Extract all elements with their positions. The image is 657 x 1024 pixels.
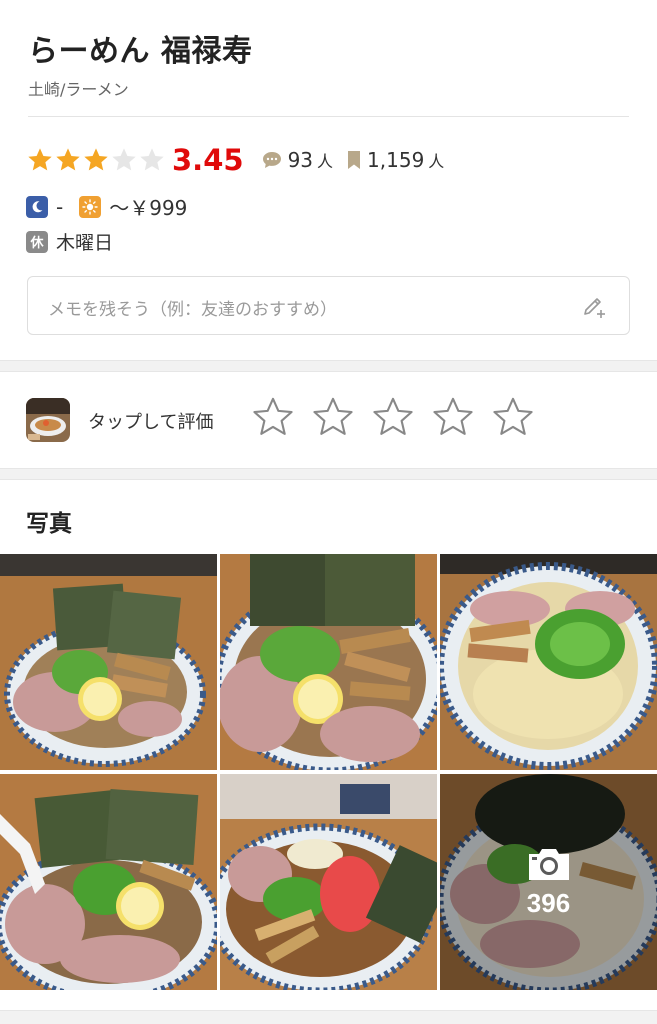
section-divider <box>0 1010 657 1024</box>
holiday-row: 休 木曜日 <box>26 228 113 255</box>
rate-star-4-icon[interactable] <box>430 394 476 440</box>
memo-placeholder: メモを残そう（例：友達のおすすめ） <box>48 300 337 320</box>
star-empty-icon <box>112 148 136 171</box>
section-divider <box>0 468 657 480</box>
review-count[interactable]: 93 人 <box>262 148 333 172</box>
photos-section: 写真 396 <box>0 480 657 1010</box>
shop-thumbnail <box>26 398 70 442</box>
comment-icon <box>262 152 281 168</box>
pencil-plus-icon <box>584 298 605 318</box>
rating-row[interactable]: 3.45 93 人 1,159 人 <box>26 140 458 180</box>
photo-thumbnail[interactable] <box>0 774 217 990</box>
photos-title: 写真 <box>26 511 72 537</box>
shop-header: らーめん 福禄寿 土崎/ラーメン 3.45 93 人 1,159 人 - ～￥9… <box>0 0 657 360</box>
budget-dinner: - <box>56 194 64 219</box>
budget-lunch: ～￥999 <box>109 196 188 220</box>
memo-field[interactable]: メモを残そう（例：友達のおすすめ） <box>27 276 630 335</box>
rate-star-2-icon[interactable] <box>310 394 356 440</box>
star-empty-icon <box>140 148 164 171</box>
photo-thumbnail[interactable] <box>0 554 217 770</box>
rating-score: 3.45 <box>172 143 244 177</box>
star-filled-icon <box>28 148 52 171</box>
moon-icon <box>26 195 48 218</box>
photo-thumbnail[interactable] <box>440 554 657 770</box>
section-divider <box>0 360 657 372</box>
sun-icon <box>79 195 102 218</box>
star-filled-icon <box>56 148 80 171</box>
save-count-unit: 人 <box>428 152 445 171</box>
review-count-unit: 人 <box>317 152 334 171</box>
photo-grid: 396 <box>0 554 657 990</box>
rate-stars <box>250 394 550 440</box>
photo-thumbnail[interactable] <box>220 774 437 990</box>
shop-area-genre[interactable]: 土崎/ラーメン <box>28 76 129 100</box>
holiday-value: 木曜日 <box>56 232 114 254</box>
budget-row: - ～￥999 <box>26 192 187 221</box>
rate-star-3-icon[interactable] <box>370 394 416 440</box>
save-count-value: 1,159 <box>367 148 425 172</box>
review-count-value: 93 <box>287 148 314 172</box>
photo-more-thumbnail[interactable]: 396 <box>440 774 657 990</box>
divider <box>28 116 629 117</box>
more-photos-count: 396 <box>526 887 571 918</box>
rate-label: タップして評価 <box>88 412 214 433</box>
rate-star-5-icon[interactable] <box>490 394 536 440</box>
rate-star-1-icon[interactable] <box>250 394 296 440</box>
bookmark-icon <box>348 151 361 169</box>
camera-icon <box>528 848 569 880</box>
photo-thumbnail[interactable] <box>220 554 437 770</box>
holiday-badge: 休 <box>26 230 48 253</box>
star-filled-icon <box>84 148 108 171</box>
shop-name: らーめん 福禄寿 <box>28 34 253 69</box>
rate-section: タップして評価 <box>0 372 657 468</box>
save-count[interactable]: 1,159 人 <box>347 148 444 172</box>
more-photos-overlay[interactable]: 396 <box>440 774 657 990</box>
